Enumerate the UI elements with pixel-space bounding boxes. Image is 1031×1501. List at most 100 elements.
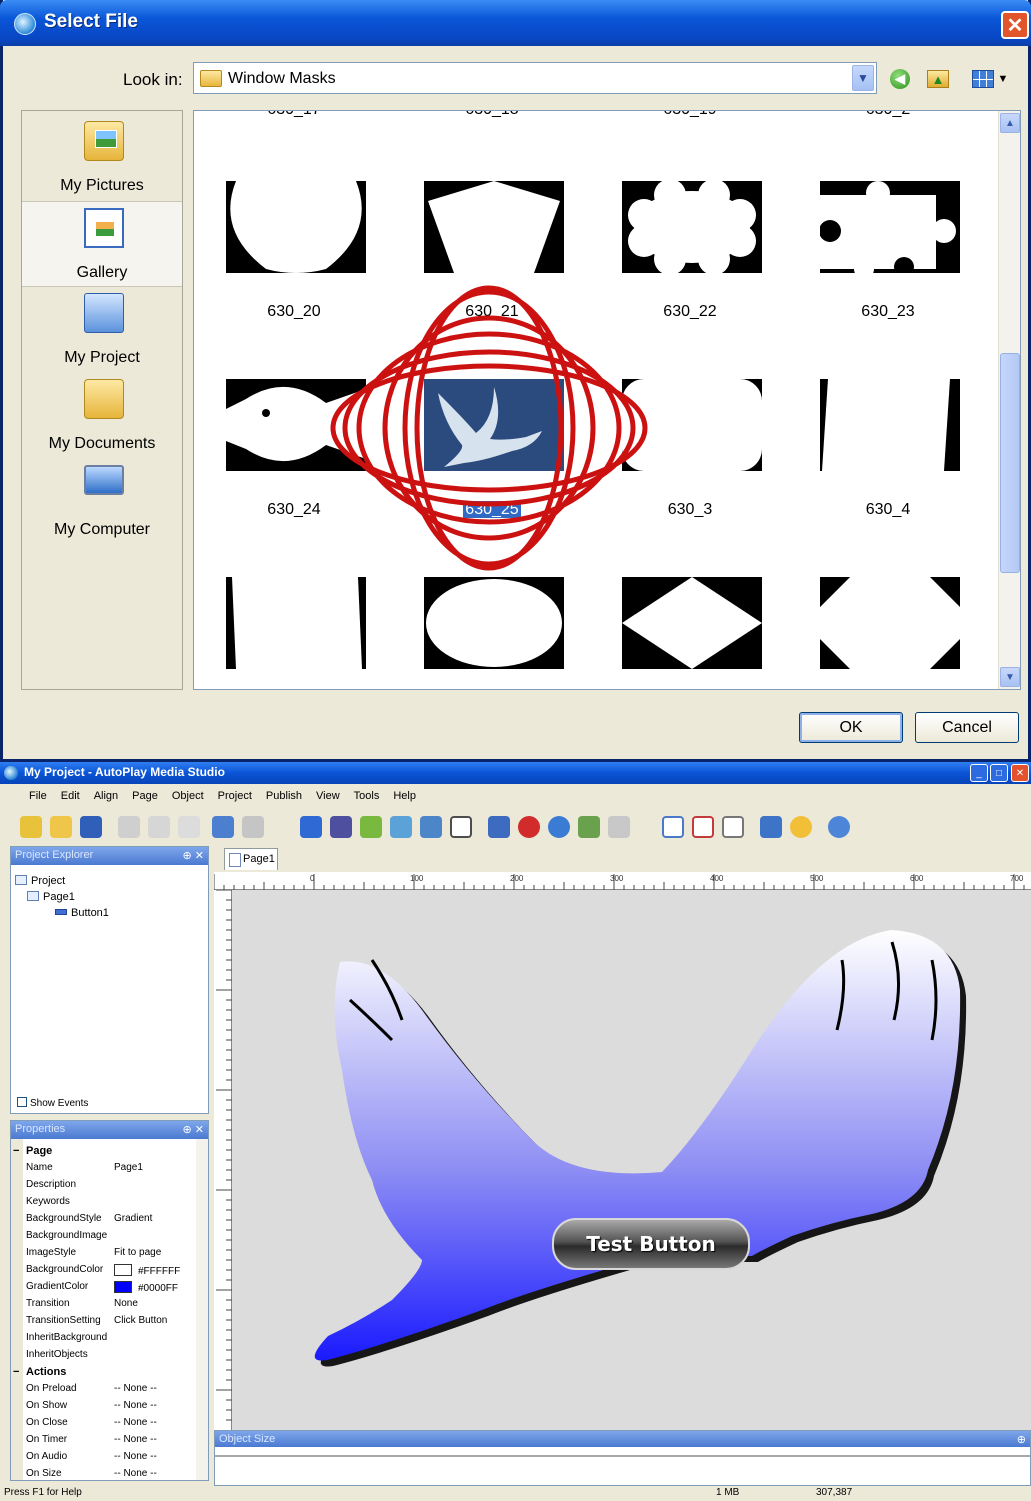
file-thumbnail-630_20[interactable]	[226, 181, 366, 273]
property-row[interactable]: BackgroundColor #FFFFFF	[11, 1262, 196, 1279]
property-value[interactable]: Gradient	[114, 1213, 152, 1224]
new-page-icon[interactable]	[662, 816, 684, 838]
show-events-checkbox[interactable]: Show Events	[17, 1097, 88, 1109]
property-row[interactable]: Keywords	[11, 1194, 196, 1211]
property-row[interactable]: On Timer -- None --	[11, 1432, 196, 1449]
publish-icon[interactable]	[790, 816, 812, 838]
property-value[interactable]: None	[114, 1298, 138, 1309]
property-row[interactable]: TransitionSetting Click Button	[11, 1313, 196, 1330]
place-my-documents[interactable]: My Documents	[22, 373, 182, 459]
file-thumbnail-630_21[interactable]	[424, 181, 564, 273]
close-button[interactable]: ✕	[1001, 11, 1029, 39]
file-label[interactable]: 630_22	[610, 303, 770, 321]
image-object-icon[interactable]	[390, 816, 412, 838]
pin-icon[interactable]: ⊕	[1017, 1433, 1026, 1446]
properties-scrollbar[interactable]	[196, 1139, 208, 1480]
file-thumbnail[interactable]	[622, 577, 762, 669]
zoom-icon[interactable]	[608, 816, 630, 838]
file-label[interactable]: 630_18	[412, 111, 572, 119]
property-row[interactable]: InheritBackground	[11, 1330, 196, 1347]
file-label[interactable]: 630_17	[214, 111, 374, 119]
menu-edit[interactable]: Edit	[54, 786, 87, 808]
property-value[interactable]: -- None --	[114, 1383, 157, 1394]
property-row[interactable]: On Preload -- None --	[11, 1381, 196, 1398]
scroll-up-icon[interactable]: ▲	[1000, 113, 1020, 133]
menu-view[interactable]: View	[309, 786, 347, 808]
property-value[interactable]: -- None --	[114, 1434, 157, 1445]
paste-icon[interactable]	[178, 816, 200, 838]
open-icon[interactable]	[50, 816, 72, 838]
menu-help[interactable]: Help	[386, 786, 423, 808]
menu-publish[interactable]: Publish	[259, 786, 309, 808]
ok-button[interactable]: OK	[799, 712, 903, 743]
minimize-button[interactable]: _	[970, 764, 988, 782]
cancel-button[interactable]: Cancel	[915, 712, 1019, 743]
property-row[interactable]: BackgroundImage	[11, 1228, 196, 1245]
file-thumbnail-630_3[interactable]	[622, 379, 762, 471]
place-gallery[interactable]: Gallery	[22, 201, 182, 287]
scroll-thumb[interactable]	[1000, 353, 1020, 573]
file-label[interactable]: 630_19	[610, 111, 770, 119]
button-object-icon[interactable]	[300, 816, 322, 838]
property-value[interactable]: Fit to page	[114, 1247, 161, 1258]
pin-icon[interactable]: ⊕ ✕	[183, 1123, 205, 1136]
copy-icon[interactable]	[148, 816, 170, 838]
property-row[interactable]: ImageStyle Fit to page	[11, 1245, 196, 1262]
property-value[interactable]: -- None --	[114, 1451, 157, 1462]
property-value[interactable]: #FFFFFF	[114, 1264, 180, 1277]
help-icon[interactable]	[828, 816, 850, 838]
tab-page1[interactable]: Page1	[224, 848, 278, 870]
property-value[interactable]: Click Button	[114, 1315, 167, 1326]
property-value[interactable]: Page1	[114, 1162, 143, 1173]
property-row[interactable]: Description	[11, 1177, 196, 1194]
file-thumbnail[interactable]	[226, 577, 366, 669]
menu-tools[interactable]: Tools	[347, 786, 387, 808]
property-row[interactable]: BackgroundStyle Gradient	[11, 1211, 196, 1228]
property-value[interactable]: #0000FF	[114, 1281, 178, 1294]
save-icon[interactable]	[80, 816, 102, 838]
color-swatch[interactable]	[114, 1281, 132, 1293]
app-close-button[interactable]: ✕	[1011, 764, 1029, 782]
category-page[interactable]: − Page	[11, 1143, 196, 1160]
menu-project[interactable]: Project	[211, 786, 259, 808]
file-list-scrollbar[interactable]: ▲ ▼	[998, 111, 1020, 689]
xbutton-icon[interactable]	[488, 816, 510, 838]
tree-node-page[interactable]: Page1	[15, 891, 109, 907]
plugin-icon[interactable]	[578, 816, 600, 838]
file-label[interactable]: 630_20	[214, 303, 374, 321]
place-my-computer[interactable]: My Computer	[22, 459, 182, 545]
up-folder-button[interactable]: ▲	[925, 66, 951, 92]
back-button[interactable]: ◀	[887, 66, 913, 92]
place-my-project[interactable]: My Project	[22, 287, 182, 373]
category-actions[interactable]: Actions −	[11, 1364, 196, 1381]
property-value[interactable]: -- None --	[114, 1468, 157, 1479]
file-thumbnail[interactable]	[820, 577, 960, 669]
file-label[interactable]: 630_23	[808, 303, 968, 321]
preview-icon[interactable]	[760, 816, 782, 838]
file-thumbnail-630_23[interactable]	[820, 181, 960, 273]
scroll-down-icon[interactable]: ▼	[1000, 667, 1020, 687]
menu-file[interactable]: File	[22, 786, 54, 808]
file-thumbnail-630_22[interactable]	[622, 181, 762, 273]
menu-align[interactable]: Align	[87, 786, 125, 808]
wizard-icon[interactable]	[20, 816, 42, 838]
place-my-pictures[interactable]: My Pictures	[22, 115, 182, 201]
undo-icon[interactable]	[212, 816, 234, 838]
file-label[interactable]: 630_2	[808, 111, 968, 119]
tree-node-button[interactable]: Button1	[15, 907, 109, 923]
file-thumbnail[interactable]	[424, 577, 564, 669]
file-label[interactable]: 630_24	[214, 501, 374, 519]
delete-page-icon[interactable]	[692, 816, 714, 838]
file-label[interactable]: 630_4	[808, 501, 968, 519]
file-thumbnail-630_4[interactable]	[820, 379, 960, 471]
app-titlebar[interactable]: My Project - AutoPlay Media Studio _ □ ✕	[0, 762, 1031, 784]
property-row[interactable]: Transition None	[11, 1296, 196, 1313]
tree-node-project[interactable]: Project	[15, 875, 109, 891]
file-thumbnail-630_24[interactable]	[226, 379, 366, 471]
property-row[interactable]: On Size -- None --	[11, 1466, 196, 1480]
page-properties-icon[interactable]	[722, 816, 744, 838]
file-label[interactable]: 630_3	[610, 501, 770, 519]
test-button[interactable]: Test Button	[552, 1218, 750, 1270]
file-list[interactable]: 630_17 630_18 630_19 630_2 630_20 630_21…	[193, 110, 1021, 690]
chevron-down-icon[interactable]: ▼	[852, 65, 874, 91]
